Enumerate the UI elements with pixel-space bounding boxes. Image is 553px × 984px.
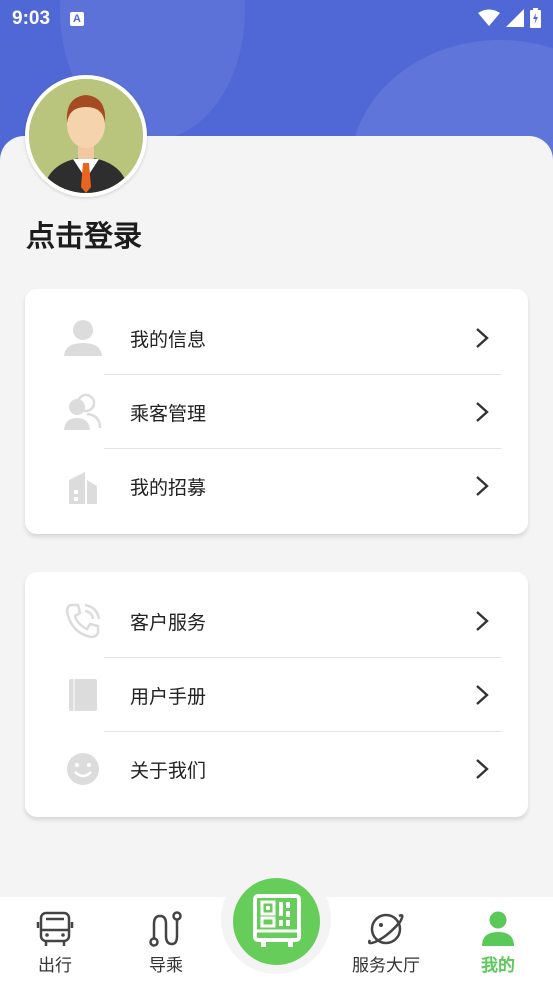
user-avatar-icon bbox=[29, 79, 143, 193]
menu-item-label: 关于我们 bbox=[130, 759, 207, 782]
chevron-right-icon bbox=[476, 759, 489, 779]
planet-icon bbox=[367, 913, 404, 945]
login-label[interactable]: 点击登录 bbox=[26, 213, 142, 255]
wifi-icon bbox=[478, 9, 500, 26]
person-icon bbox=[63, 318, 103, 358]
menu-card-account: 我的信息 乘客管理 我的招募 bbox=[25, 289, 528, 534]
nav-tab-service-hall[interactable]: 服务大厅 bbox=[341, 909, 431, 976]
chevron-right-icon bbox=[476, 328, 489, 348]
status-bar: 9:03 A bbox=[0, 0, 553, 38]
menu-item-label: 我的招募 bbox=[130, 476, 207, 499]
notification-icon: A bbox=[70, 12, 85, 26]
qr-bus-icon bbox=[252, 893, 301, 947]
battery-icon bbox=[530, 8, 541, 28]
menu-card-support: 客户服务 用户手册 关于我们 bbox=[25, 572, 528, 817]
menu-item-my-info[interactable]: 我的信息 bbox=[25, 301, 528, 375]
menu-item-my-recruitment[interactable]: 我的招募 bbox=[25, 449, 528, 523]
menu-item-passenger-management[interactable]: 乘客管理 bbox=[25, 375, 528, 449]
menu-item-about-us[interactable]: 关于我们 bbox=[25, 732, 528, 806]
menu-item-customer-service[interactable]: 客户服务 bbox=[25, 584, 528, 658]
nav-tab-guide[interactable]: 导乘 bbox=[121, 909, 211, 976]
passengers-icon bbox=[63, 392, 103, 432]
signal-icon bbox=[506, 9, 524, 27]
chevron-right-icon bbox=[476, 402, 489, 422]
menu-item-label: 我的信息 bbox=[130, 328, 207, 351]
phone-icon bbox=[63, 601, 103, 641]
smile-icon bbox=[63, 749, 103, 789]
manual-icon bbox=[63, 675, 103, 715]
center-qr-bus-button[interactable] bbox=[233, 878, 320, 965]
menu-item-label: 用户手册 bbox=[130, 685, 207, 708]
status-time: 9:03 bbox=[12, 8, 51, 29]
nav-label: 导乘 bbox=[149, 956, 183, 976]
nav-tab-mine[interactable]: 我的 bbox=[453, 909, 543, 976]
screen: 9:03 A 点击登录 我的信息 乘客管理 我的招募 客户服务 用户手册 关于我… bbox=[0, 0, 553, 984]
person-icon bbox=[482, 911, 514, 946]
menu-item-user-manual[interactable]: 用户手册 bbox=[25, 658, 528, 732]
menu-item-label: 乘客管理 bbox=[130, 402, 207, 425]
chevron-right-icon bbox=[476, 685, 489, 705]
nav-label: 出行 bbox=[38, 956, 72, 976]
menu-item-label: 客户服务 bbox=[130, 611, 207, 634]
avatar[interactable] bbox=[25, 75, 147, 197]
building-icon bbox=[63, 466, 103, 506]
nav-tab-travel[interactable]: 出行 bbox=[10, 909, 100, 976]
nav-label: 我的 bbox=[481, 956, 515, 976]
chevron-right-icon bbox=[476, 476, 489, 496]
route-icon bbox=[149, 911, 182, 947]
nav-label: 服务大厅 bbox=[352, 956, 420, 976]
chevron-right-icon bbox=[476, 611, 489, 631]
bus-icon bbox=[36, 911, 74, 946]
